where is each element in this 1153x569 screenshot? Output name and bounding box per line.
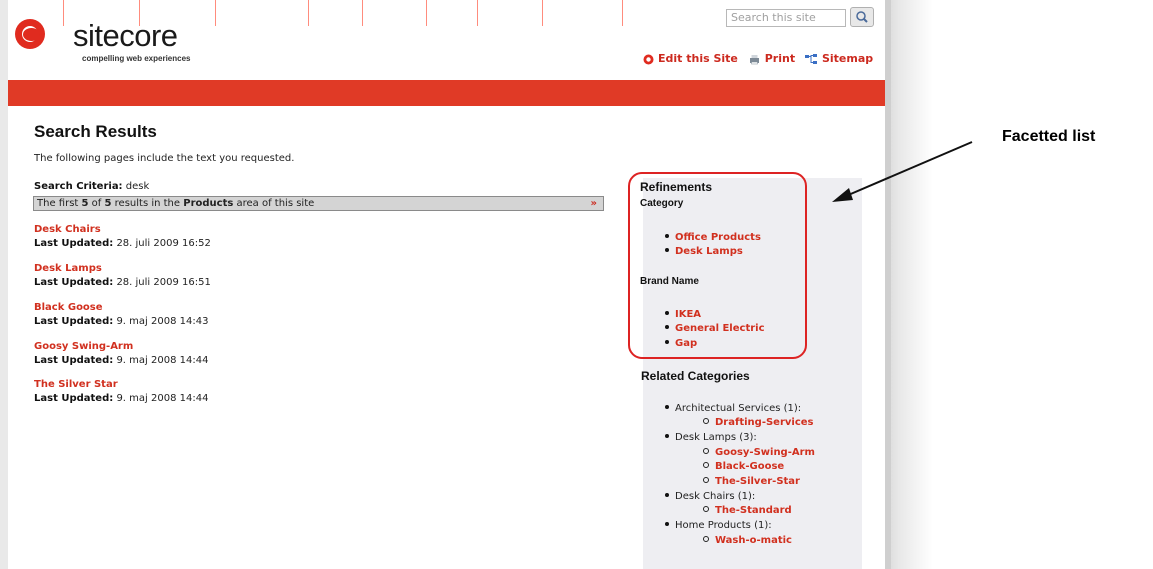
screenshot: sitecore compelling web experiences Sear… xyxy=(0,0,1153,569)
annotation-arrow xyxy=(832,141,973,202)
